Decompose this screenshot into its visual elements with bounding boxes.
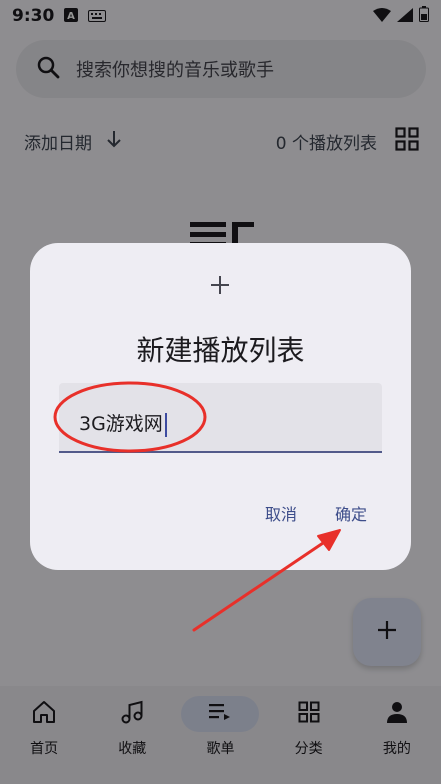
dialog-actions: 取消 确定 [265,501,367,525]
cancel-button[interactable]: 取消 [265,501,297,525]
annotation-circle [53,381,207,453]
dialog-title: 新建播放列表 [136,334,305,367]
confirm-button[interactable]: 确定 [335,501,367,525]
plus-icon [208,273,232,301]
